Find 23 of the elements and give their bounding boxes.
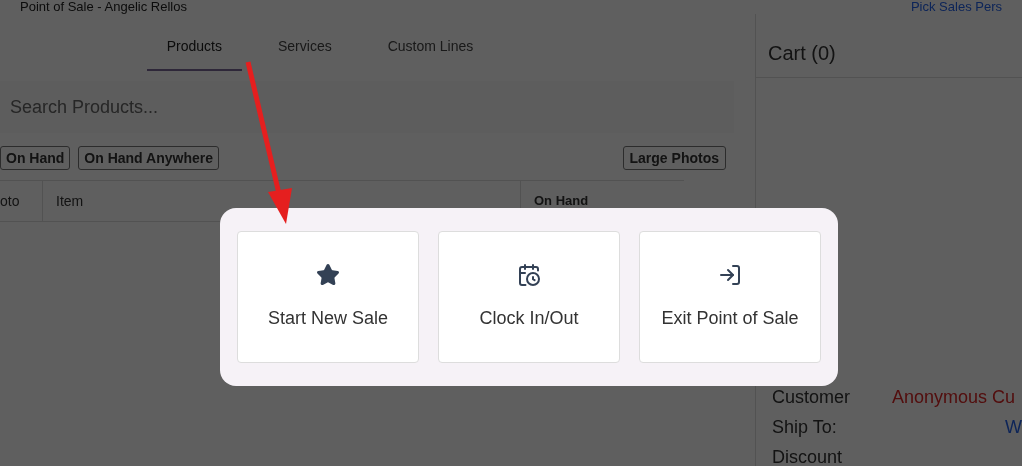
column-header: oto xyxy=(0,191,20,211)
action-card[interactable]: Start New Sale xyxy=(237,231,419,363)
calendar-clock-icon xyxy=(517,262,541,287)
tab[interactable]: Services xyxy=(258,36,352,71)
filter-chip[interactable]: On Hand xyxy=(0,146,71,170)
field-label: Ship To: xyxy=(772,416,838,438)
field-value[interactable]: W xyxy=(1005,414,1022,438)
large-photos-toggle[interactable]: Large Photos xyxy=(622,146,726,170)
filter-chip[interactable]: On Hand Anywhere xyxy=(78,146,219,170)
field-label: Discount xyxy=(772,446,844,466)
page-title: Point of Sale - Angelic Rellos xyxy=(20,0,187,14)
column-header: On Hand xyxy=(534,192,589,211)
action-card[interactable]: Clock In/Out xyxy=(438,231,620,363)
field-value: Anonymous Cu xyxy=(892,386,1016,408)
sign-in-icon xyxy=(718,262,742,287)
pick-salesperson-link[interactable]: Pick Sales Pers xyxy=(910,0,1002,14)
action-card[interactable]: Exit Point of Sale xyxy=(639,231,821,363)
star-icon xyxy=(316,262,340,287)
column-header: Item xyxy=(56,191,84,211)
cart-title: Cart (0) xyxy=(768,40,836,66)
tab[interactable]: Products xyxy=(146,36,242,71)
field-label: Customer xyxy=(772,386,852,408)
tab[interactable]: Custom Lines xyxy=(367,36,494,71)
